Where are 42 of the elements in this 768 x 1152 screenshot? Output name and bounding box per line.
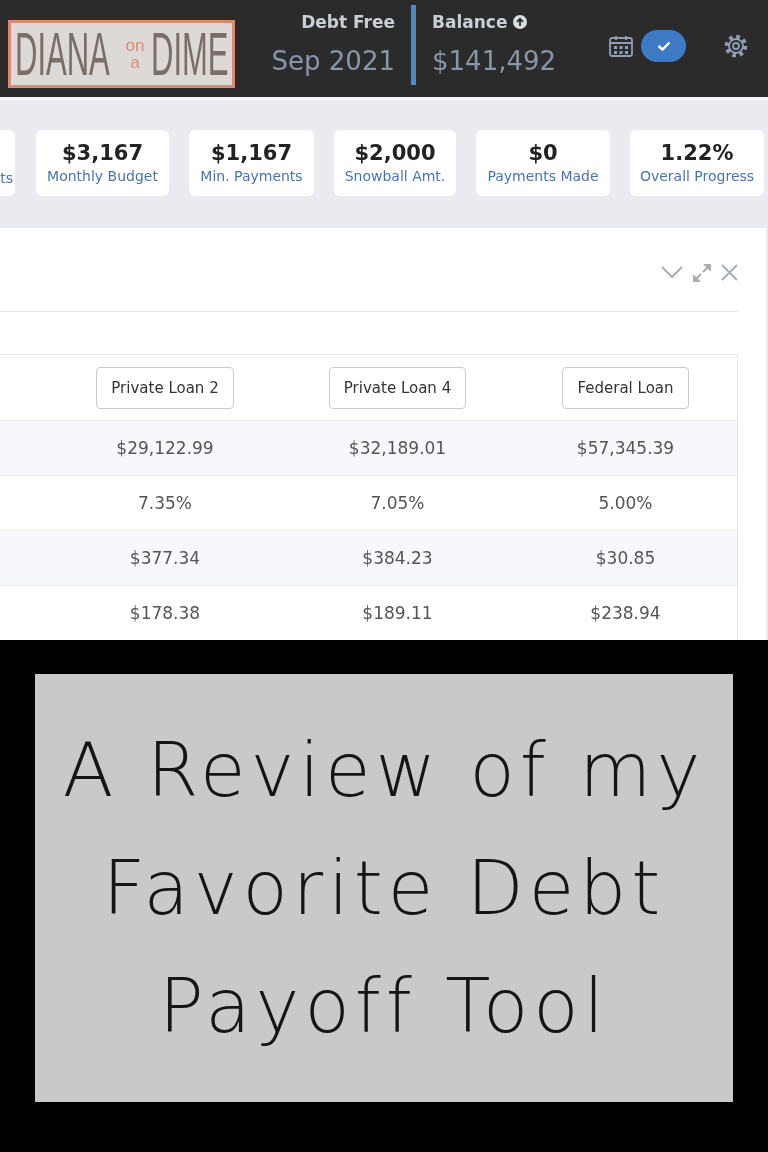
title-line: Payoff Tool — [158, 962, 610, 1051]
stat-value: $3,167 — [61, 140, 143, 166]
table-cell: $377.34 — [129, 548, 201, 568]
logo-text: on — [125, 37, 145, 54]
check-button[interactable] — [641, 30, 686, 62]
stat-label: Min. Payments — [200, 167, 303, 186]
table-cell: $32,189.01 — [348, 438, 447, 458]
debt-free-date: Sep 2021 — [271, 45, 395, 78]
table-cell: 7.05% — [370, 493, 425, 513]
table-cell: $178.38 — [129, 603, 201, 623]
debt-free-label: Debt Free — [301, 11, 395, 34]
table-cell: $189.11 — [362, 603, 433, 623]
stat-label: Snowball Amt. — [344, 167, 446, 186]
settings-icon[interactable] — [724, 34, 748, 58]
calendar-icon[interactable] — [609, 35, 633, 57]
table-cell: $29,122.99 — [116, 438, 214, 458]
stat-label: Overall Progress — [639, 167, 755, 186]
column-header-button[interactable]: Private Loan 4 — [328, 366, 467, 409]
table-cell: $384.23 — [362, 548, 433, 568]
title-line: Favorite Debt — [102, 844, 666, 933]
column-header-button[interactable]: Federal Loan — [562, 366, 689, 409]
table-cell: $238.94 — [590, 603, 661, 623]
title-line: A Review of my — [62, 726, 706, 815]
logo-text: DIME — [151, 29, 229, 79]
balance-label: Balance — [432, 11, 508, 34]
stat-value: 1.22% — [660, 140, 734, 166]
check-icon — [656, 41, 671, 51]
table-cell: 5.00% — [598, 493, 653, 513]
table-cell: 7.35% — [138, 493, 192, 513]
stat-value: $2,000 — [354, 140, 436, 166]
logo-text: a — [130, 54, 140, 71]
stat-value: $0 — [528, 140, 558, 166]
column-header-button[interactable]: Private Loan 2 — [96, 366, 234, 409]
stat-label: Payments Made — [487, 167, 599, 186]
table-cell: $57,345.39 — [576, 438, 675, 458]
stat-value: $1,167 — [210, 140, 292, 166]
balance-value: $141,492 — [432, 45, 557, 78]
logo-text: DIANA — [15, 29, 110, 79]
up-arrow-circle-icon[interactable] — [513, 15, 528, 29]
stat-label: ts — [0, 169, 13, 188]
table-cell: $30.85 — [595, 548, 656, 568]
stat-label: Monthly Budget — [47, 167, 158, 186]
